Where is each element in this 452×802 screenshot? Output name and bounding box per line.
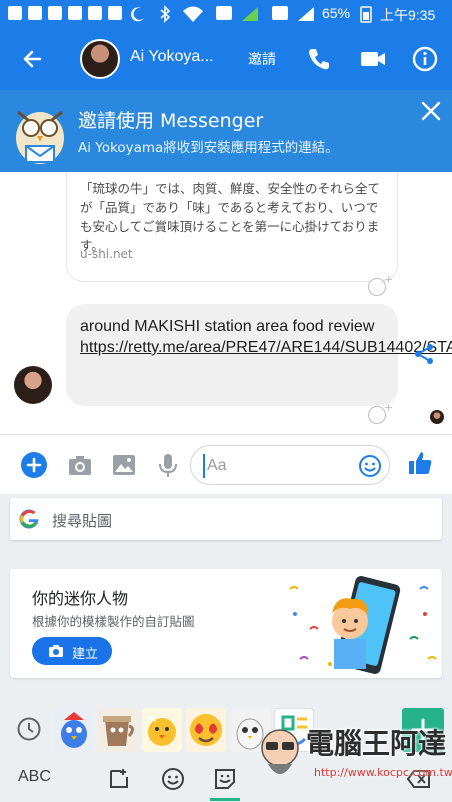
close-icon[interactable]: [418, 98, 444, 124]
watermark-url: http://www.kocpc.com.tw: [314, 766, 452, 779]
share-icon[interactable]: [412, 342, 436, 366]
banner-title: 邀請使用 Messenger: [78, 110, 264, 132]
emoji-icon[interactable]: [358, 454, 382, 478]
roaming-icon: [216, 6, 232, 20]
facebook-icon: [88, 6, 102, 20]
facebook-icon: [48, 6, 62, 20]
contact-name[interactable]: Ai Yokoya...: [130, 48, 214, 66]
wifi-icon: [183, 6, 203, 22]
banner-subtitle: Ai Yokoyama將收到安裝應用程式的連結。: [78, 140, 339, 156]
create-bitmoji-button[interactable]: 建立: [32, 637, 112, 665]
sticker-heart-eyes[interactable]: [186, 708, 226, 752]
message-input[interactable]: [203, 454, 353, 478]
recent-clock-icon[interactable]: [16, 716, 42, 742]
watermark: 電腦王阿達 http://www.kocpc.com.tw: [254, 718, 452, 798]
sticker-image-icon: [103, 716, 134, 746]
emoji-icon[interactable]: [160, 766, 186, 792]
camera-icon: [49, 645, 63, 657]
moon-icon: [131, 7, 144, 22]
notification-icon: [8, 6, 22, 20]
sticker-image-icon: [190, 714, 222, 746]
watermark-mascot-icon: [261, 729, 299, 774]
camera-icon[interactable]: [66, 451, 94, 479]
like-thumb-icon[interactable]: [406, 449, 434, 477]
plus-icon[interactable]: [20, 451, 48, 479]
gallery-icon[interactable]: [110, 451, 138, 479]
bitmoji-illustration-icon: [289, 576, 437, 674]
microphone-icon[interactable]: [154, 451, 182, 479]
signal-icon: [242, 7, 258, 21]
active-tab-indicator: [210, 798, 240, 801]
contact-avatar[interactable]: [80, 39, 120, 79]
message-link[interactable]: https://retty.me/area/PRE47/ARE144/SUB14…: [80, 337, 452, 358]
message-list[interactable]: 「琉球の牛」では、肉質、鮮度、安全性のそれら全てが「品質」であり「味」であると考…: [0, 172, 452, 434]
owl-mascot-icon: [16, 110, 64, 164]
bitmoji-title: 你的迷你人物: [32, 589, 129, 608]
sticker-coffee-cup[interactable]: [98, 708, 138, 752]
facebook-icon: [28, 6, 42, 20]
message-composer: [0, 434, 452, 494]
link-preview-text: 「琉球の牛」では、肉質、鮮度、安全性のそれら全てが「品質」であり「味」であると考…: [80, 181, 381, 253]
video-camera-icon[interactable]: [358, 44, 388, 74]
message-body: around MAKISHI station area food review …: [80, 316, 452, 358]
abc-key[interactable]: ABC: [18, 768, 51, 786]
sticker-image-icon: [148, 714, 176, 746]
create-button-label: 建立: [72, 647, 99, 662]
link-preview-card[interactable]: 「琉球の牛」では、肉質、鮮度、安全性のそれら全てが「品質」であり「味」であると考…: [66, 172, 398, 282]
battery-icon: [360, 6, 372, 23]
conversation-header: Ai Yokoya... 邀請: [0, 28, 452, 90]
bitmoji-promo-card[interactable]: 你的迷你人物 根據你的模樣製作的自訂貼圖 建立: [10, 569, 442, 678]
invite-banner[interactable]: 邀請使用 Messenger Ai Yokoyama將收到安裝應用程式的連結。: [0, 90, 452, 172]
battery-percent: 65%: [322, 5, 351, 21]
bluetooth-icon: [160, 5, 171, 23]
roaming-icon: [272, 6, 288, 20]
bitmoji-subtitle: 根據你的模樣製作的自訂貼圖: [32, 614, 195, 629]
back-arrow-icon[interactable]: [18, 44, 48, 74]
status-bar: 65% 上午9:35: [0, 0, 452, 28]
info-icon[interactable]: [410, 44, 440, 74]
add-reaction-icon[interactable]: [368, 273, 393, 296]
message-input-box[interactable]: [190, 445, 390, 485]
signal-icon: [298, 7, 314, 21]
sticker-blue-bird[interactable]: [54, 708, 94, 752]
sticker-yellow-chick[interactable]: [142, 708, 182, 752]
sticker-tab-icon[interactable]: [212, 766, 238, 792]
message-bubble[interactable]: around MAKISHI station area food review …: [66, 304, 452, 406]
google-logo-icon: [19, 509, 39, 529]
watermark-title: 電腦王阿達: [306, 727, 447, 760]
sticker-image-icon: [61, 712, 87, 748]
messenger-icon: [108, 6, 122, 20]
phone-icon[interactable]: [304, 44, 334, 74]
link-preview-domain: u-shi.net: [80, 247, 133, 261]
facebook-icon: [68, 6, 82, 20]
sender-avatar[interactable]: [14, 366, 52, 404]
message-text: around MAKISHI station area food review: [80, 318, 375, 335]
invite-button[interactable]: 邀請: [248, 49, 276, 69]
sticker-search-bar[interactable]: 搜尋貼圖: [10, 498, 442, 540]
sticker-keyboard: 搜尋貼圖 你的迷你人物 根據你的模樣製作的自訂貼圖 建立 ABC 電腦王阿達 h…: [0, 494, 452, 802]
add-reaction-icon[interactable]: [368, 401, 393, 424]
status-time: 上午9:35: [380, 7, 436, 23]
seen-indicator-avatar: [430, 410, 444, 424]
sticker-search-label: 搜尋貼圖: [52, 512, 113, 530]
gif-icon[interactable]: [106, 766, 132, 792]
